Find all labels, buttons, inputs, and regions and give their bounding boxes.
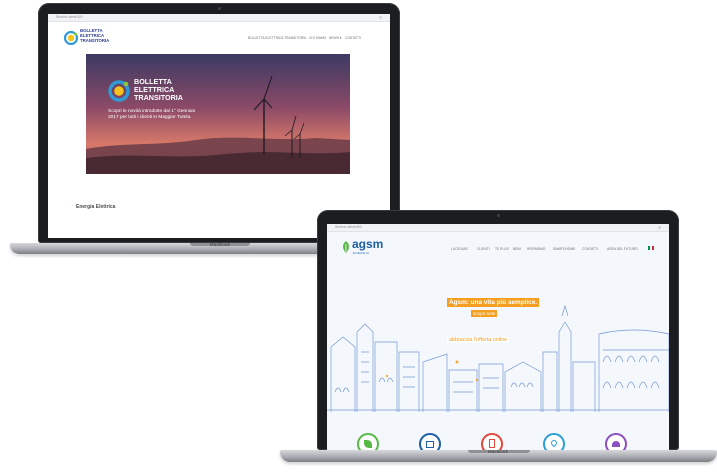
laptop-back-screen: Servizio clienti 800 ⚲ BOLLETTA ELETTRIC… xyxy=(48,14,390,238)
nav-item-bolletta[interactable]: BOLLETTA ELETTRICA TRANSITORIA xyxy=(248,36,306,40)
laptop-front-lid: Servizio clienti 800 ⚲ agsm ENERGIA LUCE… xyxy=(317,210,679,450)
nav-item-te-plus[interactable]: TE PLUS xyxy=(495,247,509,251)
nav-item-beni[interactable]: BENI xyxy=(513,247,521,251)
hero-slogan: Agsm: una vita più semplice. xyxy=(447,298,540,307)
service-building[interactable] xyxy=(419,433,441,450)
search-icon[interactable]: ⚲ xyxy=(379,15,382,20)
section-heading: Energia Elettrica xyxy=(76,204,116,210)
hero-logo-icon xyxy=(108,80,130,102)
nav-item-news[interactable]: NEWS ▾ xyxy=(329,36,341,40)
agsm-logo-subtitle: ENERGIA xyxy=(353,251,370,255)
site-logo[interactable]: BOLLETTA ELETTRICA TRANSITORIA xyxy=(64,26,124,52)
hero-banner: BOLLETTA ELETTRICA TRANSITORIA Scopri le… xyxy=(86,54,350,174)
city-sketch-illustration xyxy=(327,304,669,412)
customer-service-text: Servizio clienti 800 xyxy=(56,15,83,19)
agsm-logo[interactable]: agsm ENERGIA xyxy=(341,238,401,260)
document-icon xyxy=(489,439,495,448)
laptop-back-camera xyxy=(218,7,221,10)
people-icon xyxy=(612,441,620,447)
nav-item-luce-gas[interactable]: LUCE/GAS xyxy=(451,247,468,251)
laptop-back-brand: MacBook xyxy=(209,242,231,247)
laptop-front-base: MacBook xyxy=(280,449,717,462)
laptop-back-lid: Servizio clienti 800 ⚲ BOLLETTA ELETTRIC… xyxy=(38,3,400,243)
hero-text-line: 2017 per tutti i clienti in Maggior Tute… xyxy=(108,115,192,120)
nav-item-smart-home[interactable]: SMART/HOME xyxy=(553,247,575,251)
pin-icon xyxy=(549,438,559,448)
nav-item-chi-siamo[interactable]: CHI SIAMO xyxy=(309,36,326,40)
laptop-front: Servizio clienti 800 ⚲ agsm ENERGIA LUCE… xyxy=(280,210,717,472)
nav-item-area[interactable]: AREA DEL FUTURO xyxy=(607,247,638,251)
search-icon[interactable]: ⚲ xyxy=(658,225,661,230)
customer-service-text: Servizio clienti 800 xyxy=(335,225,362,229)
laptop-front-brand: MacBook xyxy=(487,449,509,454)
top-bar: Servizio clienti 800 ⚲ xyxy=(327,224,669,232)
offer-text[interactable]: abbraccia l'offerta online xyxy=(447,337,510,343)
nav-item-contatti[interactable]: CONTATTI xyxy=(345,36,361,40)
building-icon xyxy=(426,441,434,448)
laptop-front-screen: Servizio clienti 800 ⚲ agsm ENERGIA LUCE… xyxy=(327,224,669,450)
discover-button[interactable]: scopri tutte xyxy=(471,310,498,317)
nav-item-clienti[interactable]: CLIENTI xyxy=(477,247,490,251)
nav-item-risparmio[interactable]: RISPARMIO xyxy=(527,247,545,251)
laptop-front-camera xyxy=(497,214,500,217)
top-bar: Servizio clienti 800 ⚲ xyxy=(48,14,390,22)
service-leaf[interactable] xyxy=(357,433,379,450)
service-document[interactable] xyxy=(481,433,503,450)
flag-icon[interactable] xyxy=(648,246,654,250)
leaf-logo-icon xyxy=(343,241,349,253)
nav-item-contatti[interactable]: CONTATTI xyxy=(582,247,598,251)
service-people[interactable] xyxy=(605,433,627,450)
agsm-logo-name: agsm xyxy=(352,237,384,251)
leaf-icon xyxy=(364,440,372,448)
hero-title-line: TRANSITORIA xyxy=(134,93,183,102)
service-location[interactable] xyxy=(543,433,565,450)
logo-mark-icon xyxy=(64,31,78,45)
logo-line: TRANSITORIA xyxy=(80,38,110,43)
